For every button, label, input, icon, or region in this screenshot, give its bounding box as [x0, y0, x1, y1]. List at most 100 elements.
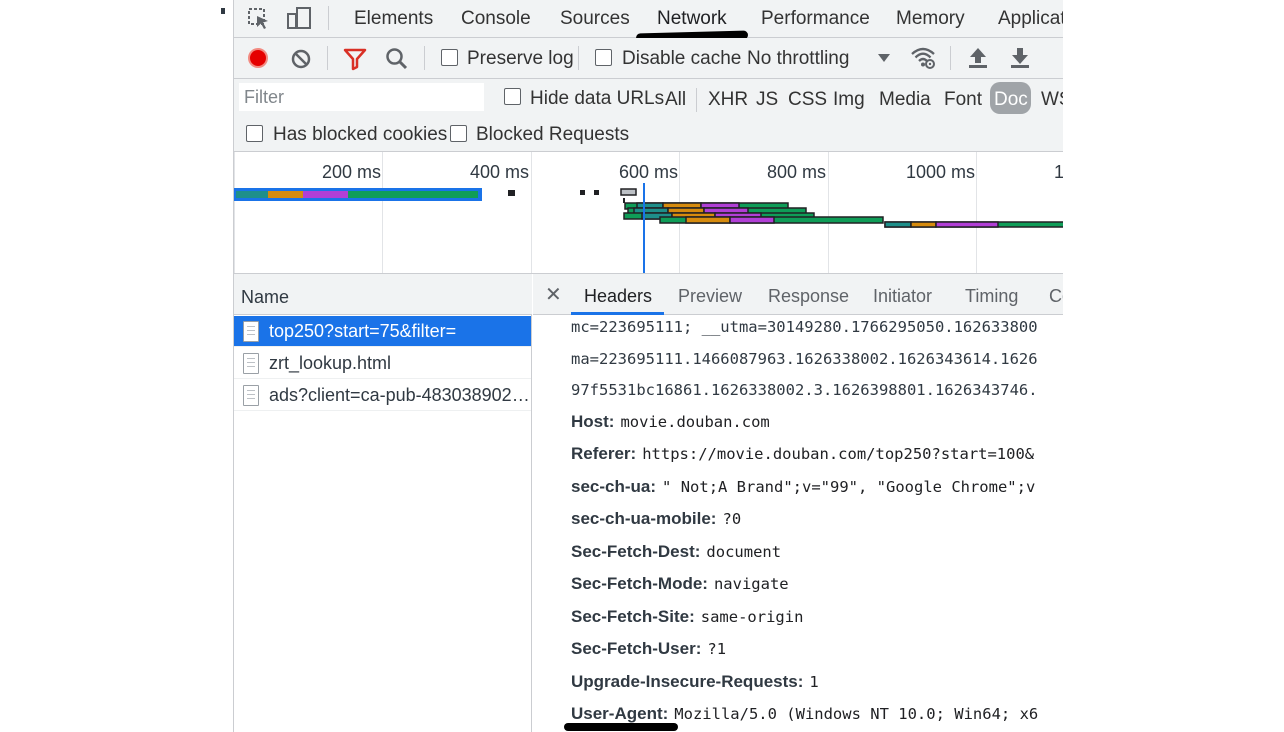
waterfall-bars [234, 183, 1063, 273]
user-agent-underline-mark [564, 723, 678, 731]
record-icon[interactable] [245, 45, 271, 71]
devtools-panel: Elements Console Sources Network Perform… [234, 0, 1063, 732]
header-sec-fetch-dest: Sec-Fetch-Dest: document [571, 542, 781, 562]
header-value: https://movie.douban.com/top250?start=10… [642, 445, 1035, 463]
request-name: ads?client=ca-pub-483038902… [269, 385, 530, 405]
header-sec-fetch-mode: Sec-Fetch-Mode: navigate [571, 574, 789, 594]
header-key: sec-ch-ua: [571, 477, 657, 496]
document-icon [243, 321, 259, 342]
network-toolbar: Preserve log Disable cache No throttling [234, 38, 1063, 79]
header-value: movie.douban.com [620, 413, 770, 431]
tab-cookies[interactable]: Co [1049, 286, 1063, 307]
type-filter-doc-label: Doc [994, 89, 1028, 110]
type-filter-media[interactable]: Media [879, 89, 931, 111]
header-key: sec-ch-ua-mobile: [571, 509, 717, 528]
close-icon[interactable]: ✕ [545, 282, 562, 307]
throttling-select[interactable]: No throttling [747, 48, 849, 70]
document-icon [243, 353, 259, 374]
header-value: navigate [713, 575, 789, 593]
header-value: same-origin [700, 608, 804, 626]
header-continuation: ma=223695111.1466087963.1626338002.16263… [571, 350, 1038, 368]
page-edge [221, 0, 234, 732]
request-list: Name top250?start=75&filter= zrt_lookup.… [234, 274, 532, 732]
header-key: Sec-Fetch-User: [571, 639, 702, 658]
clear-icon[interactable] [288, 46, 314, 72]
disable-cache-checkbox[interactable] [595, 49, 612, 66]
device-toolbar-icon[interactable] [286, 6, 312, 32]
tab-timing[interactable]: Timing [965, 286, 1018, 307]
header-value: " Not;A Brand";v="99", "Google Chrome";v [662, 478, 1036, 496]
tab-network[interactable]: Network [657, 8, 727, 30]
header-user-agent: User-Agent: Mozilla/5.0 (Windows NT 10.0;… [571, 704, 1038, 724]
hide-data-urls-checkbox[interactable] [504, 88, 521, 105]
header-value: ?0 [722, 510, 742, 528]
request-headers: mc=223695111; __utma=30149280.1766295050… [533, 315, 1063, 732]
blocked-requests-checkbox[interactable] [450, 125, 467, 142]
request-row[interactable]: zrt_lookup.html [234, 348, 531, 379]
request-row[interactable]: ads?client=ca-pub-483038902… [234, 380, 531, 411]
header-referer: Referer: https://movie.douban.com/top250?… [571, 444, 1034, 464]
header-continuation: mc=223695111; __utma=30149280.1766295050… [571, 318, 1038, 336]
type-filter-css[interactable]: CSS [788, 89, 827, 111]
tab-application[interactable]: Applicat [998, 8, 1063, 30]
export-har-icon[interactable] [1007, 45, 1033, 71]
header-key: User-Agent: [571, 704, 669, 723]
header-value: document [706, 543, 782, 561]
header-sec-ch-ua: sec-ch-ua: " Not;A Brand";v="99", "Google… [571, 477, 1035, 497]
preserve-log-checkbox[interactable] [441, 49, 458, 66]
filter-bar: Hide data URLs All XHR JS CSS Img Media … [234, 79, 1063, 117]
blocked-filter-bar: Has blocked cookies Blocked Requests [234, 117, 1063, 152]
header-sec-fetch-site: Sec-Fetch-Site: same-origin [571, 607, 803, 627]
header-key: Sec-Fetch-Dest: [571, 542, 701, 561]
name-column-label: Name [241, 287, 290, 307]
filter-input[interactable] [239, 83, 484, 111]
tab-performance[interactable]: Performance [761, 8, 870, 30]
type-filter-all[interactable]: All [665, 89, 686, 111]
request-row[interactable]: top250?start=75&filter= [234, 316, 531, 347]
tab-headers[interactable]: Headers [584, 286, 652, 307]
has-blocked-cookies-label: Has blocked cookies [273, 124, 448, 145]
header-value: ?1 [707, 640, 727, 658]
header-key: Sec-Fetch-Mode: [571, 574, 708, 593]
details-tab-bar: ✕ Headers Preview Response Initiator Tim… [533, 274, 1063, 315]
hide-data-urls-label: Hide data URLs [530, 88, 665, 109]
import-har-icon[interactable] [965, 45, 991, 71]
tab-sources[interactable]: Sources [560, 8, 630, 30]
has-blocked-cookies-checkbox[interactable] [246, 125, 263, 142]
tab-elements[interactable]: Elements [354, 8, 433, 30]
inspect-element-icon[interactable] [246, 6, 272, 32]
header-continuation: 97f5531bc16861.1626338002.3.1626398801.1… [571, 381, 1038, 399]
document-icon [243, 385, 259, 406]
header-value: 1 [809, 673, 819, 691]
type-filter-xhr[interactable]: XHR [708, 89, 748, 111]
type-filter-font[interactable]: Font [944, 89, 982, 111]
tab-console[interactable]: Console [461, 8, 531, 30]
type-filter-doc[interactable]: Doc [990, 82, 1031, 114]
header-key: Referer: [571, 444, 637, 463]
header-value: Mozilla/5.0 (Windows NT 10.0; Win64; x6 [674, 705, 1039, 723]
header-host: Host: movie.douban.com [571, 412, 770, 432]
search-icon[interactable] [384, 46, 410, 72]
request-details: ✕ Headers Preview Response Initiator Tim… [533, 274, 1063, 732]
disable-cache-label: Disable cache [622, 48, 742, 69]
tab-initiator[interactable]: Initiator [873, 286, 932, 307]
type-filter-js[interactable]: JS [756, 89, 778, 111]
tab-preview[interactable]: Preview [678, 286, 742, 307]
request-name: top250?start=75&filter= [269, 321, 457, 341]
chevron-down-icon[interactable] [877, 52, 891, 64]
tab-memory[interactable]: Memory [896, 8, 965, 30]
timeline-overview[interactable]: 200 ms 400 ms 600 ms 800 ms 1000 ms 1 [234, 152, 1063, 274]
tab-response[interactable]: Response [768, 286, 849, 307]
name-column-header[interactable]: Name [234, 274, 532, 315]
preserve-log-label: Preserve log [467, 48, 574, 69]
network-conditions-icon[interactable] [910, 45, 936, 71]
request-name: zrt_lookup.html [269, 353, 392, 373]
header-sec-fetch-user: Sec-Fetch-User: ?1 [571, 639, 726, 659]
header-key: Upgrade-Insecure-Requests: [571, 672, 804, 691]
type-filter-img[interactable]: Img [833, 89, 865, 111]
type-filter-ws[interactable]: WS [1041, 89, 1063, 111]
filter-icon[interactable] [342, 46, 368, 72]
blocked-requests-label: Blocked Requests [476, 124, 630, 145]
header-key: Sec-Fetch-Site: [571, 607, 695, 626]
header-upgrade-insecure-requests: Upgrade-Insecure-Requests: 1 [571, 672, 819, 692]
